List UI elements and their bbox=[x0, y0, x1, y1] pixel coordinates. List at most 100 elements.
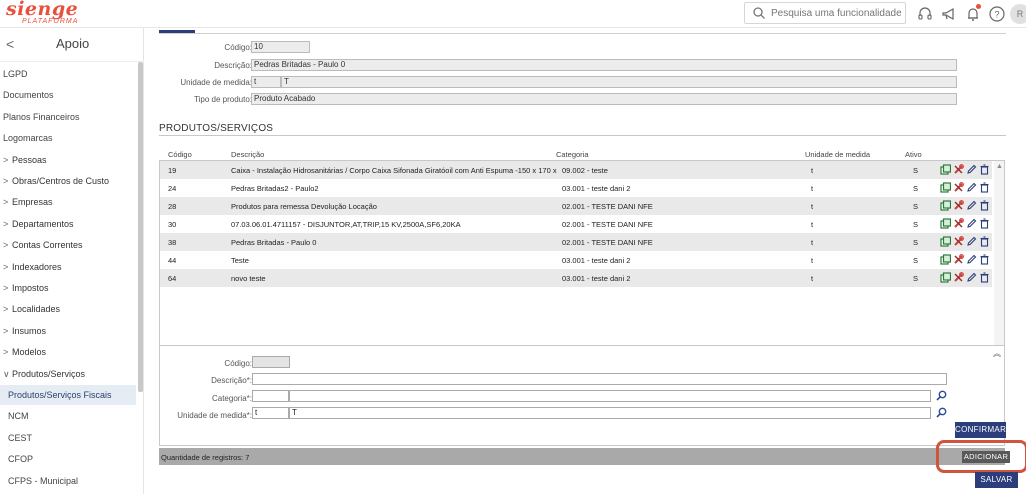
scroll-up-icon[interactable]: ▲ bbox=[996, 163, 1003, 170]
col-header-codigo[interactable]: Código bbox=[168, 150, 192, 160]
edit-categoria-code-input[interactable] bbox=[252, 390, 289, 402]
sidebar-scrollbar[interactable] bbox=[138, 62, 143, 392]
help-icon[interactable]: ? bbox=[988, 5, 1006, 23]
sidebar-item[interactable]: Documentos bbox=[0, 85, 136, 105]
edit-icon[interactable] bbox=[966, 254, 977, 265]
edit-unidade-code-input[interactable]: t bbox=[252, 407, 289, 419]
delete-icon[interactable] bbox=[979, 164, 990, 175]
cell-unidade: t bbox=[811, 202, 814, 211]
cell-descricao: Produtos para remessa Devolução Locação bbox=[231, 202, 377, 211]
highlight-annotation bbox=[936, 440, 1026, 473]
edit-icon[interactable] bbox=[966, 164, 977, 175]
sidebar-item[interactable]: > Impostos bbox=[0, 278, 136, 298]
edit-icon[interactable] bbox=[966, 236, 977, 247]
sidebar-item[interactable]: NCM bbox=[0, 406, 136, 426]
col-header-descricao[interactable]: Descrição bbox=[231, 150, 264, 160]
edit-icon[interactable] bbox=[966, 182, 977, 193]
col-header-categoria[interactable]: Categoria bbox=[556, 150, 589, 160]
row-actions bbox=[940, 236, 992, 248]
col-header-unidade[interactable]: Unidade de medida bbox=[805, 150, 870, 160]
table-row[interactable]: 64 novo teste 03.001 - teste dani 2 t S bbox=[160, 269, 992, 287]
copy-icon[interactable] bbox=[940, 236, 951, 247]
delete-icon[interactable] bbox=[979, 254, 990, 265]
save-button[interactable]: SALVAR bbox=[975, 472, 1018, 488]
sidebar-item[interactable]: > Obras/Centros de Custo bbox=[0, 171, 136, 191]
sidebar-item[interactable]: > Departamentos bbox=[0, 214, 136, 234]
sidebar-item[interactable]: > Contas Correntes bbox=[0, 235, 136, 255]
delete-icon[interactable] bbox=[979, 272, 990, 283]
copy-icon[interactable] bbox=[940, 164, 951, 175]
sidebar-item[interactable]: LGPD bbox=[0, 64, 136, 84]
sidebar-item[interactable]: > Localidades bbox=[0, 299, 136, 319]
table-row[interactable]: 44 Teste 03.001 - teste dani 2 t S bbox=[160, 251, 992, 269]
sidebar-item[interactable]: ∨ Produtos/Serviços bbox=[0, 364, 136, 384]
descricao-field: Pedras Britadas - Paulo 0 bbox=[251, 59, 957, 71]
copy-icon[interactable] bbox=[940, 200, 951, 211]
cell-codigo: 44 bbox=[168, 256, 177, 265]
sienge-logo[interactable]: sienge PLATAFORMA bbox=[6, 0, 78, 26]
confirm-button[interactable]: CONFIRMAR bbox=[955, 422, 1006, 438]
sidebar-item[interactable]: > Modelos bbox=[0, 342, 136, 362]
copy-icon[interactable] bbox=[940, 272, 951, 283]
table-row[interactable]: 19 Caixa - Instalação Hidrosanitárias / C… bbox=[160, 161, 992, 179]
table-row[interactable]: 38 Pedras Britadas - Paulo 0 02.001 - TEST… bbox=[160, 233, 992, 251]
table-row[interactable]: 28 Produtos para remessa Devolução Locaçã… bbox=[160, 197, 992, 215]
edit-icon[interactable] bbox=[966, 218, 977, 229]
cell-ativo: S bbox=[913, 220, 919, 229]
cell-ativo: S bbox=[913, 184, 919, 193]
sidebar-item[interactable]: > Insumos bbox=[0, 321, 136, 341]
sidebar-item[interactable]: > Indexadores bbox=[0, 257, 136, 277]
edit-icon[interactable] bbox=[966, 200, 977, 211]
delete-icon[interactable] bbox=[979, 236, 990, 247]
copy-icon[interactable] bbox=[940, 182, 951, 193]
tools-icon[interactable] bbox=[953, 272, 964, 283]
copy-icon[interactable] bbox=[940, 218, 951, 229]
sidebar-item[interactable]: CFOP bbox=[0, 449, 136, 469]
edit-categoria-label: Categoria*: bbox=[211, 394, 252, 403]
logo-subtext: PLATAFORMA bbox=[22, 18, 79, 25]
sidebar-item[interactable]: CEST bbox=[0, 428, 136, 448]
cell-ativo: S bbox=[913, 274, 919, 283]
chevron-right-icon: > bbox=[3, 176, 9, 186]
row-actions bbox=[940, 182, 992, 194]
edit-categoria-desc-input[interactable] bbox=[289, 390, 931, 402]
descricao-label: Descrição: bbox=[214, 61, 252, 70]
tools-icon[interactable] bbox=[953, 200, 964, 211]
table-row[interactable]: 24 Pedras Britadas2 - Paulo2 03.001 - test… bbox=[160, 179, 992, 197]
delete-icon[interactable] bbox=[979, 218, 990, 229]
sidebar-item-label: Impostos bbox=[12, 283, 49, 293]
tools-icon[interactable] bbox=[953, 254, 964, 265]
edit-descricao-input[interactable] bbox=[252, 373, 947, 385]
tools-icon[interactable] bbox=[953, 164, 964, 175]
tools-icon[interactable] bbox=[953, 218, 964, 229]
delete-icon[interactable] bbox=[979, 182, 990, 193]
sidebar-item[interactable]: > Pessoas bbox=[0, 150, 136, 170]
edit-unidade-desc-input[interactable]: T bbox=[289, 407, 931, 419]
cell-categoria: 03.001 - teste dani 2 bbox=[562, 256, 631, 265]
search-input[interactable] bbox=[771, 6, 901, 21]
sidebar-item[interactable]: Planos Financeiros bbox=[0, 107, 136, 127]
col-header-ativo[interactable]: Ativo bbox=[905, 150, 922, 160]
divider bbox=[159, 33, 1006, 34]
sidebar-item-label: Produtos/Serviços bbox=[12, 368, 86, 379]
table-row[interactable]: 30 07.03.06.01.4711157 - DISJUNTOR,AT,TRI… bbox=[160, 215, 992, 233]
sidebar-item[interactable]: Produtos/Serviços Fiscais bbox=[0, 385, 136, 405]
sidebar-item[interactable]: Logomarcas bbox=[0, 128, 136, 148]
grid-scrollbar[interactable]: ▲ bbox=[994, 161, 1004, 345]
sidebar-item[interactable]: > Empresas bbox=[0, 192, 136, 212]
sidebar-item-label: Pessoas bbox=[12, 154, 47, 165]
headset-icon[interactable] bbox=[916, 5, 934, 23]
avatar[interactable]: R bbox=[1010, 4, 1026, 24]
delete-icon[interactable] bbox=[979, 200, 990, 211]
collapse-icon[interactable]: ︽ bbox=[993, 348, 1001, 359]
tools-icon[interactable] bbox=[953, 236, 964, 247]
search-box[interactable] bbox=[744, 2, 906, 24]
tools-icon[interactable] bbox=[953, 182, 964, 193]
copy-icon[interactable] bbox=[940, 254, 951, 265]
megaphone-icon[interactable] bbox=[940, 5, 958, 23]
back-chevron-icon[interactable]: < bbox=[6, 36, 14, 52]
unidade-lookup-icon[interactable] bbox=[936, 407, 947, 418]
categoria-lookup-icon[interactable] bbox=[936, 390, 947, 401]
edit-icon[interactable] bbox=[966, 272, 977, 283]
sidebar-item[interactable]: CFPS - Municipal bbox=[0, 471, 136, 491]
